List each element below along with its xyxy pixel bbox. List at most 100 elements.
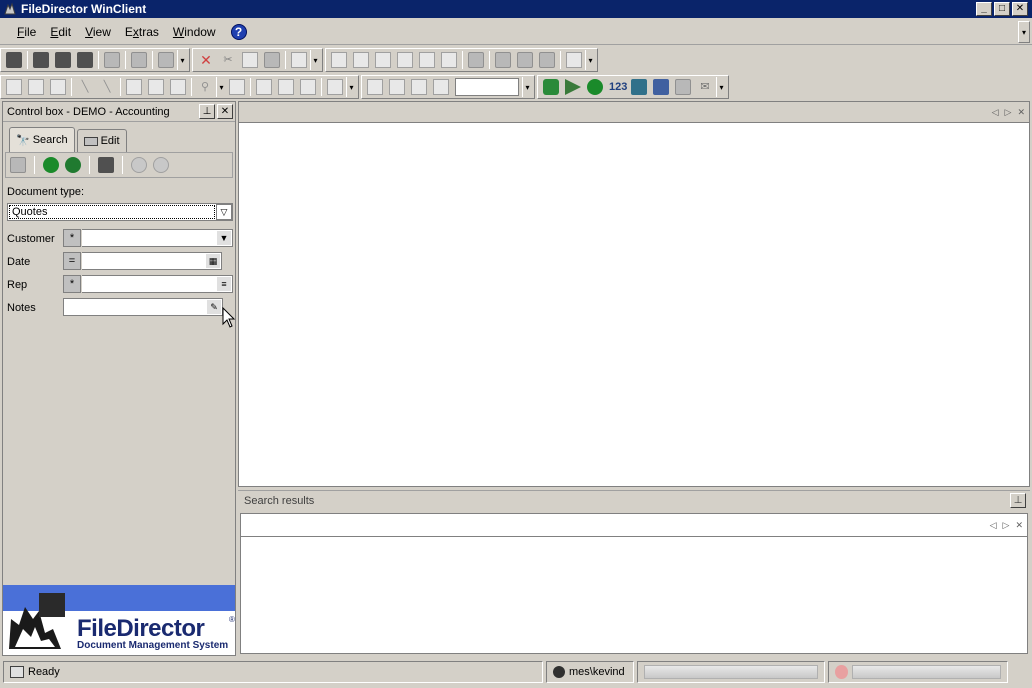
- route-button[interactable]: [562, 77, 584, 97]
- magnify-dropdown[interactable]: ▾: [216, 77, 226, 97]
- go-button[interactable]: [584, 77, 606, 97]
- menu-file[interactable]: File: [10, 25, 43, 39]
- page-button[interactable]: [226, 77, 248, 97]
- menu-window[interactable]: Window: [166, 25, 223, 39]
- sign-button[interactable]: [672, 77, 694, 97]
- tab-edit[interactable]: Edit: [76, 129, 127, 152]
- customer-operator-button[interactable]: *: [63, 229, 81, 247]
- copy-button[interactable]: [239, 50, 261, 70]
- print-button[interactable]: [101, 50, 123, 70]
- help-icon[interactable]: ?: [230, 23, 247, 40]
- notes-edit-icon[interactable]: ✎: [207, 300, 221, 314]
- arrow-c-button[interactable]: [167, 77, 189, 97]
- view-c-button[interactable]: [47, 77, 69, 97]
- maximize-button[interactable]: □: [994, 2, 1010, 16]
- results-close-icon[interactable]: ✕: [1015, 520, 1023, 531]
- export-button[interactable]: [628, 77, 650, 97]
- annotate-button[interactable]: [155, 50, 177, 70]
- doc-a-button[interactable]: [492, 50, 514, 70]
- grid-button[interactable]: [253, 77, 275, 97]
- panel-close-button[interactable]: ✕: [217, 104, 233, 119]
- date-input[interactable]: ▦: [82, 252, 222, 270]
- results-scroll-left-icon[interactable]: ◁: [990, 520, 997, 531]
- results-pin-button[interactable]: ⊥: [1010, 493, 1026, 508]
- rotate-a-button[interactable]: [364, 77, 386, 97]
- customer-dropdown-icon[interactable]: ▼: [217, 231, 231, 245]
- open-folder-button[interactable]: [52, 50, 74, 70]
- erase-button[interactable]: [128, 50, 150, 70]
- view-a-button[interactable]: [3, 77, 25, 97]
- chevron-down-icon[interactable]: ▽: [216, 204, 232, 220]
- rep-operator-button[interactable]: *: [63, 275, 81, 293]
- pin-button[interactable]: ⊥: [199, 104, 215, 119]
- workflow-button[interactable]: [540, 77, 562, 97]
- blank-button[interactable]: [297, 77, 319, 97]
- doc-c-button[interactable]: [536, 50, 558, 70]
- select-area-dropdown[interactable]: ▾: [346, 77, 356, 97]
- paste-button[interactable]: [261, 50, 283, 70]
- delete-button[interactable]: ✕: [195, 50, 217, 70]
- reset-icon[interactable]: [131, 157, 147, 173]
- close-button[interactable]: ✕: [1012, 2, 1028, 16]
- rotate-d-button[interactable]: [430, 77, 452, 97]
- add-search-icon[interactable]: [65, 157, 81, 173]
- menu-edit[interactable]: Edit: [43, 25, 78, 39]
- tab-scroll-left-icon[interactable]: ◁: [992, 107, 999, 118]
- doc-b-button[interactable]: [514, 50, 536, 70]
- mail-button[interactable]: ✉: [694, 77, 716, 97]
- rotate-b-button[interactable]: [386, 77, 408, 97]
- arrow-b-button[interactable]: [145, 77, 167, 97]
- results-list-icon[interactable]: [98, 157, 114, 173]
- date-operator-button[interactable]: =: [63, 252, 81, 270]
- highlight-button[interactable]: ╲: [96, 77, 118, 97]
- ocr-button[interactable]: 123: [606, 77, 628, 97]
- properties-dropdown[interactable]: ▾: [310, 50, 320, 70]
- notes-input[interactable]: ✎: [63, 298, 223, 316]
- rep-input[interactable]: ≡: [82, 275, 233, 293]
- tools-dropdown[interactable]: ▾: [716, 77, 726, 97]
- toolbar-rotate-group: ▾: [361, 75, 535, 99]
- doc-tool-dropdown[interactable]: ▾: [585, 50, 595, 70]
- arrow-a-button[interactable]: [123, 77, 145, 97]
- tab-search[interactable]: 🔭 Search: [9, 127, 75, 152]
- execute-search-icon[interactable]: [43, 157, 59, 173]
- select-area-button[interactable]: [324, 77, 346, 97]
- prev-page-button[interactable]: [372, 50, 394, 70]
- search-results-panel[interactable]: ◁ ▷ ✕: [240, 513, 1028, 654]
- document-viewer[interactable]: ◁ ▷ ✕: [238, 101, 1030, 487]
- scan-button[interactable]: [74, 50, 96, 70]
- new-search-icon[interactable]: [10, 157, 26, 173]
- zoom-dropdown[interactable]: ▾: [522, 77, 532, 97]
- goto-button[interactable]: [465, 50, 487, 70]
- next-doc-button[interactable]: [416, 50, 438, 70]
- tab-close-icon[interactable]: ✕: [1017, 107, 1025, 118]
- frame-button[interactable]: [275, 77, 297, 97]
- list-icon[interactable]: ≡: [217, 277, 231, 291]
- first-page-button[interactable]: [328, 50, 350, 70]
- monitor-button[interactable]: [650, 77, 672, 97]
- stop-icon[interactable]: [153, 157, 169, 173]
- menu-view[interactable]: View: [78, 25, 118, 39]
- prev-doc-button[interactable]: [350, 50, 372, 70]
- next-page-button[interactable]: [394, 50, 416, 70]
- annotate-dropdown[interactable]: ▾: [177, 50, 187, 70]
- magnify-button[interactable]: ⚲: [194, 77, 216, 97]
- menu-scroll-button[interactable]: ▾: [1018, 21, 1030, 43]
- last-page-button[interactable]: [438, 50, 460, 70]
- minimize-button[interactable]: _: [976, 2, 992, 16]
- doc-tool-button[interactable]: [563, 50, 585, 70]
- customer-input[interactable]: ▼: [82, 229, 233, 247]
- menu-extras[interactable]: Extras: [118, 25, 166, 39]
- zoom-input[interactable]: [455, 78, 519, 96]
- pen-button[interactable]: ╲: [74, 77, 96, 97]
- results-scroll-right-icon[interactable]: ▷: [1003, 520, 1010, 531]
- view-b-button[interactable]: [25, 77, 47, 97]
- rotate-c-button[interactable]: [408, 77, 430, 97]
- archive-button[interactable]: [3, 50, 25, 70]
- properties-button[interactable]: [288, 50, 310, 70]
- tab-scroll-right-icon[interactable]: ▷: [1005, 107, 1012, 118]
- open-cabinet-button[interactable]: [30, 50, 52, 70]
- calendar-icon[interactable]: ▦: [206, 254, 220, 268]
- cut-button[interactable]: ✂: [217, 50, 239, 70]
- document-type-select[interactable]: Quotes ▽: [7, 203, 233, 221]
